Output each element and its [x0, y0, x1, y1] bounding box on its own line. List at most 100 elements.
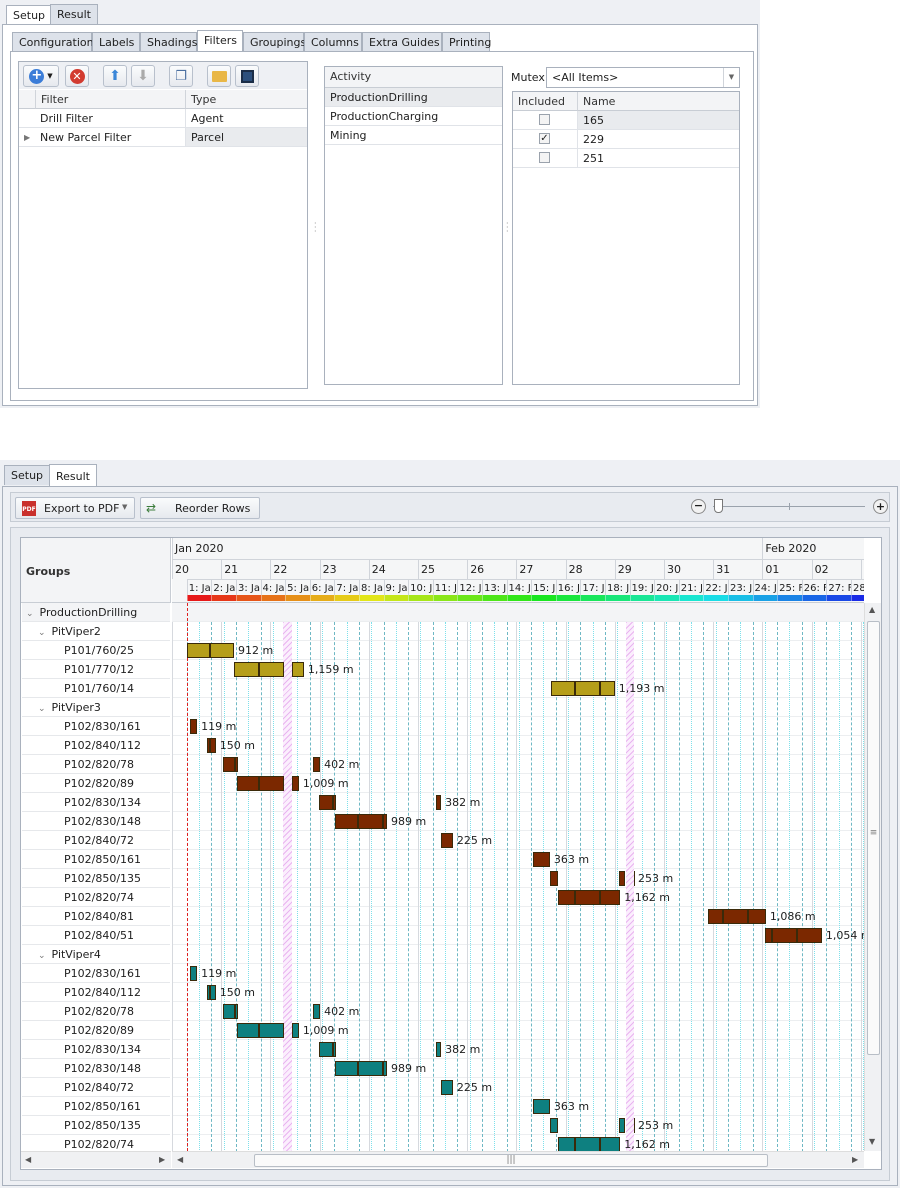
task-row[interactable]: P102/820/74	[22, 888, 170, 907]
scroll-right-icon[interactable]: ▶	[159, 1155, 165, 1164]
name-cell[interactable]: 229	[577, 130, 739, 149]
included-checkbox[interactable]	[539, 114, 550, 125]
scroll-right-icon[interactable]: ▶	[852, 1155, 858, 1164]
gantt-bar[interactable]	[600, 681, 615, 696]
delete-filter-button[interactable]: ✕	[65, 65, 89, 87]
task-row[interactable]: P102/830/134	[22, 1040, 170, 1059]
tab-labels[interactable]: Labels	[92, 32, 140, 52]
column-header-type[interactable]: Type	[185, 90, 307, 109]
tab-groupings[interactable]: Groupings	[243, 32, 306, 52]
task-row[interactable]: P102/820/78	[22, 1002, 170, 1021]
gantt-bar[interactable]	[533, 1099, 550, 1114]
gantt-bar[interactable]	[334, 814, 358, 829]
group-row[interactable]: ⌄ PitViper4	[22, 945, 170, 964]
filter-type-cell[interactable]: Parcel	[185, 128, 307, 147]
gantt-bar[interactable]	[236, 776, 260, 791]
expand-chevron-icon[interactable]: ⌄	[38, 951, 46, 961]
save-button[interactable]	[235, 65, 259, 87]
gantt-bar[interactable]	[382, 814, 387, 829]
task-row[interactable]: P101/760/25	[22, 641, 170, 660]
gantt-bar[interactable]	[747, 909, 766, 924]
gantt-bar[interactable]	[600, 1137, 621, 1151]
task-row[interactable]: P102/850/161	[22, 1097, 170, 1116]
labels-horizontal-scrollbar[interactable]: ◀ ▶	[21, 1151, 171, 1168]
gantt-bar[interactable]	[319, 795, 334, 810]
gantt-bar[interactable]	[233, 662, 260, 677]
vertical-scroll-thumb[interactable]: ≡	[867, 621, 880, 1055]
task-row[interactable]: P102/840/112	[22, 983, 170, 1002]
export-pdf-button[interactable]: PDF Export to PDF ▼	[15, 497, 135, 519]
copy-button[interactable]: ❐	[169, 65, 193, 87]
task-row[interactable]: P102/830/161	[22, 964, 170, 983]
gantt-bar[interactable]	[796, 928, 822, 943]
scroll-left-icon[interactable]: ◀	[25, 1155, 31, 1164]
gantt-bar[interactable]	[549, 871, 559, 886]
zoom-slider[interactable]	[713, 499, 865, 513]
gantt-bar[interactable]	[575, 1137, 601, 1151]
gantt-bar[interactable]	[292, 662, 304, 677]
mutex-dropdown[interactable]: <All Items> ▼	[546, 67, 740, 88]
name-cell[interactable]: 251	[577, 149, 739, 168]
add-filter-button[interactable]: + ▼	[23, 65, 59, 87]
included-checkbox[interactable]: ✓	[539, 133, 550, 144]
task-row[interactable]: P102/820/78	[22, 755, 170, 774]
scroll-down-icon[interactable]: ▼	[869, 1137, 875, 1146]
move-up-button[interactable]: ⬆	[103, 65, 127, 87]
expand-chevron-icon[interactable]: ⌄	[38, 628, 46, 638]
gantt-bar[interactable]	[210, 985, 216, 1000]
gantt-bar[interactable]	[382, 1061, 387, 1076]
task-row[interactable]: P102/850/135	[22, 1116, 170, 1135]
vertical-scrollbar[interactable]: ▲ ≡ ▼	[864, 603, 881, 1151]
group-row[interactable]: ⌄ PitViper2	[22, 622, 170, 641]
task-row[interactable]: P102/820/89	[22, 1021, 170, 1040]
gantt-bar[interactable]	[333, 795, 336, 810]
splitter-handle[interactable]: · · ·	[506, 220, 509, 236]
task-row[interactable]: P102/830/148	[22, 812, 170, 831]
gantt-bar[interactable]	[550, 681, 576, 696]
task-row[interactable]: P102/850/135	[22, 869, 170, 888]
filter-name-cell[interactable]: New Parcel Filter	[35, 128, 185, 147]
gantt-bar[interactable]	[236, 1023, 260, 1038]
task-row[interactable]: P102/840/72	[22, 1078, 170, 1097]
included-checkbox[interactable]	[539, 152, 550, 163]
activity-item[interactable]: ProductionDrilling	[325, 88, 502, 107]
chevron-down-icon[interactable]: ▼	[122, 503, 127, 511]
gantt-bar[interactable]	[190, 719, 198, 734]
gantt-bar[interactable]	[436, 1042, 442, 1057]
task-row[interactable]: P102/830/161	[22, 717, 170, 736]
gantt-bar[interactable]	[223, 757, 235, 772]
gantt-bar[interactable]	[436, 795, 442, 810]
zoom-out-button[interactable]: −	[691, 499, 706, 514]
scroll-left-icon[interactable]: ◀	[177, 1155, 183, 1164]
filter-name-cell[interactable]: Drill Filter	[35, 109, 185, 128]
expand-chevron-icon[interactable]: ⌄	[38, 704, 46, 714]
column-header-filter[interactable]: Filter	[35, 90, 185, 109]
gantt-bar[interactable]	[549, 1118, 559, 1133]
horizontal-scroll-thumb[interactable]: |||	[254, 1154, 768, 1167]
zoom-slider-thumb[interactable]	[713, 499, 723, 513]
gantt-bar[interactable]	[772, 928, 797, 943]
tab-result[interactable]: Result	[49, 464, 97, 488]
gantt-bar[interactable]	[234, 1004, 238, 1019]
gantt-bar[interactable]	[313, 757, 321, 772]
gantt-bar[interactable]	[292, 776, 299, 791]
gantt-bar[interactable]	[707, 909, 724, 924]
gantt-bar[interactable]	[190, 966, 198, 981]
gantt-bar[interactable]	[441, 833, 453, 848]
zoom-in-button[interactable]: +	[873, 499, 888, 514]
gantt-bar[interactable]	[441, 1080, 453, 1095]
gantt-bar[interactable]	[575, 890, 601, 905]
task-row[interactable]: P102/840/51	[22, 926, 170, 945]
gantt-bar[interactable]	[357, 1061, 383, 1076]
tab-result[interactable]: Result	[50, 4, 98, 24]
task-row[interactable]: P101/760/14	[22, 679, 170, 698]
gantt-bar[interactable]	[533, 852, 550, 867]
task-row[interactable]: P102/840/81	[22, 907, 170, 926]
gantt-bar[interactable]	[764, 928, 773, 943]
gantt-bar[interactable]	[210, 643, 234, 658]
task-row[interactable]: P102/850/161	[22, 850, 170, 869]
tab-filters[interactable]: Filters	[197, 30, 243, 52]
gantt-bar[interactable]	[558, 890, 576, 905]
tab-configuration[interactable]: Configuration	[12, 32, 94, 52]
filter-type-cell[interactable]: Agent	[185, 109, 307, 128]
